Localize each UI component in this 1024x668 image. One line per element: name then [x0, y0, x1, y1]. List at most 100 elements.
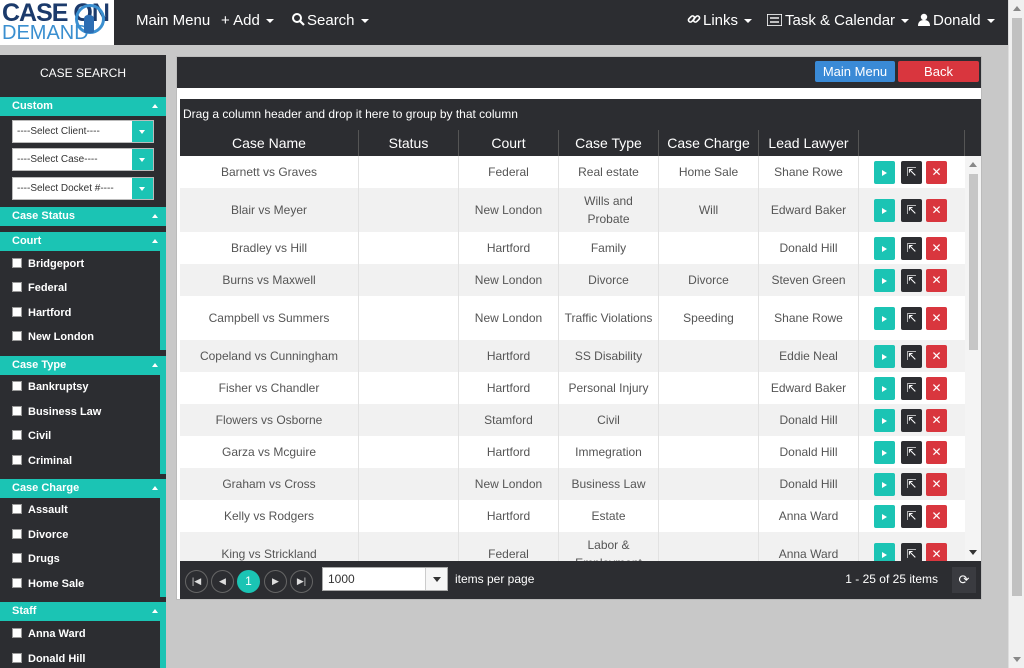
delete-case-button[interactable]: ✕: [926, 345, 947, 368]
scroll-down-icon[interactable]: [1013, 657, 1021, 662]
table-row[interactable]: Flowers vs Osborne Stamford Civil Donald Hi…: [180, 404, 965, 436]
open-case-button[interactable]: ⇱: [901, 161, 922, 184]
view-case-button[interactable]: [874, 473, 895, 496]
charge-filter-divorce[interactable]: Divorce: [12, 527, 68, 543]
table-row[interactable]: Fisher vs Chandler Hartford Personal Injur…: [180, 372, 965, 404]
chevron-down-icon[interactable]: [132, 121, 153, 142]
scroll-down-icon[interactable]: [969, 550, 977, 555]
chevron-down-icon[interactable]: [132, 178, 153, 199]
delete-case-button[interactable]: ✕: [926, 409, 947, 432]
view-case-button[interactable]: [874, 505, 895, 528]
checkbox[interactable]: [12, 529, 22, 539]
staff-filter-donald-hill[interactable]: Donald Hill: [12, 651, 85, 667]
delete-case-button[interactable]: ✕: [926, 199, 947, 222]
open-case-button[interactable]: ⇱: [901, 473, 922, 496]
case-type-filter-business-law[interactable]: Business Law: [12, 404, 101, 420]
view-case-button[interactable]: [874, 237, 895, 260]
case-type-filter-civil[interactable]: Civil: [12, 428, 51, 444]
open-case-button[interactable]: ⇱: [901, 269, 922, 292]
checkbox[interactable]: [12, 430, 22, 440]
checkbox[interactable]: [12, 331, 22, 341]
nav-user-menu[interactable]: Donald: [918, 0, 995, 45]
section-case-type-header[interactable]: Case Type: [0, 356, 166, 375]
case-type-filter-bankruptsy[interactable]: Bankruptsy: [12, 379, 89, 395]
view-case-button[interactable]: [874, 543, 895, 561]
scroll-up-icon[interactable]: [969, 162, 977, 167]
delete-case-button[interactable]: ✕: [926, 505, 947, 528]
column-header-status[interactable]: Status: [359, 130, 459, 156]
table-row[interactable]: Bradley vs Hill Hartford Family Donald Hill…: [180, 232, 965, 264]
checkbox[interactable]: [12, 307, 22, 317]
checkbox[interactable]: [12, 406, 22, 416]
chevron-down-icon[interactable]: [425, 568, 447, 590]
open-case-button[interactable]: ⇱: [901, 237, 922, 260]
delete-case-button[interactable]: ✕: [926, 377, 947, 400]
nav-main-menu[interactable]: Main Menu: [136, 0, 210, 45]
open-case-button[interactable]: ⇱: [901, 543, 922, 561]
refresh-button[interactable]: ⟳: [952, 567, 976, 593]
page-scrollbar-thumb[interactable]: [1012, 18, 1022, 596]
nav-links-menu[interactable]: Links: [687, 0, 753, 45]
checkbox[interactable]: [12, 381, 22, 391]
app-logo[interactable]: CASE ON DEMAND: [0, 0, 114, 45]
view-case-button[interactable]: [874, 441, 895, 464]
checkbox[interactable]: [12, 258, 22, 268]
delete-case-button[interactable]: ✕: [926, 269, 947, 292]
first-page-button[interactable]: |◀: [185, 570, 208, 593]
grid-scrollbar[interactable]: [965, 156, 981, 561]
column-header-case-charge[interactable]: Case Charge: [659, 130, 759, 156]
delete-case-button[interactable]: ✕: [926, 237, 947, 260]
prev-page-button[interactable]: ◀: [211, 570, 234, 593]
view-case-button[interactable]: [874, 161, 895, 184]
table-row[interactable]: Burns vs Maxwell New London Divorce Divorce…: [180, 264, 965, 296]
court-filter-bridgeport[interactable]: Bridgeport: [12, 256, 84, 272]
main-menu-button[interactable]: Main Menu: [815, 61, 895, 82]
open-case-button[interactable]: ⇱: [901, 377, 922, 400]
delete-case-button[interactable]: ✕: [926, 543, 947, 561]
chevron-down-icon[interactable]: [132, 149, 153, 170]
column-header-lead-lawyer[interactable]: Lead Lawyer: [759, 130, 859, 156]
checkbox[interactable]: [12, 504, 22, 514]
case-type-filter-criminal[interactable]: Criminal: [12, 453, 72, 469]
group-drop-zone[interactable]: Drag a column header and drop it here to…: [180, 99, 981, 129]
open-case-button[interactable]: ⇱: [901, 409, 922, 432]
court-filter-federal[interactable]: Federal: [12, 280, 67, 296]
delete-case-button[interactable]: ✕: [926, 307, 947, 330]
checkbox[interactable]: [12, 578, 22, 588]
open-case-button[interactable]: ⇱: [901, 307, 922, 330]
open-case-button[interactable]: ⇱: [901, 441, 922, 464]
client-select[interactable]: ----Select Client----: [12, 120, 154, 143]
delete-case-button[interactable]: ✕: [926, 161, 947, 184]
view-case-button[interactable]: [874, 377, 895, 400]
page-number-button[interactable]: 1: [237, 570, 260, 593]
view-case-button[interactable]: [874, 199, 895, 222]
next-page-button[interactable]: ▶: [264, 570, 287, 593]
charge-filter-assault[interactable]: Assault: [12, 502, 68, 518]
charge-filter-drugs[interactable]: Drugs: [12, 551, 60, 567]
table-row[interactable]: Barnett vs Graves Federal Real estate Home …: [180, 156, 965, 188]
section-case-status-header[interactable]: Case Status: [0, 207, 166, 226]
court-filter-new-london[interactable]: New London: [12, 329, 94, 345]
grid-scrollbar-thumb[interactable]: [969, 174, 978, 350]
nav-search-menu[interactable]: Search: [292, 0, 369, 45]
scroll-up-icon[interactable]: [1013, 6, 1021, 11]
table-row[interactable]: Kelly vs Rodgers Hartford Estate Anna Ward ⇱…: [180, 500, 965, 532]
section-court-header[interactable]: Court: [0, 232, 166, 251]
page-scrollbar[interactable]: [1008, 0, 1024, 668]
view-case-button[interactable]: [874, 409, 895, 432]
checkbox[interactable]: [12, 282, 22, 292]
court-filter-hartford[interactable]: Hartford: [12, 305, 71, 321]
table-row[interactable]: King vs Strickland FederalLabor & Employm…: [180, 532, 965, 561]
view-case-button[interactable]: [874, 345, 895, 368]
last-page-button[interactable]: ▶|: [290, 570, 313, 593]
section-case-charge-header[interactable]: Case Charge: [0, 479, 166, 498]
checkbox[interactable]: [12, 628, 22, 638]
column-header-case-name[interactable]: Case Name: [180, 130, 359, 156]
checkbox[interactable]: [12, 455, 22, 465]
table-row[interactable]: Garza vs Mcguire Hartford Immegration Donal…: [180, 436, 965, 468]
checkbox[interactable]: [12, 653, 22, 663]
case-select[interactable]: ----Select Case----: [12, 148, 154, 171]
charge-filter-home-sale[interactable]: Home Sale: [12, 576, 84, 592]
delete-case-button[interactable]: ✕: [926, 441, 947, 464]
table-row[interactable]: Blair vs Meyer New London Wills and Probat…: [180, 188, 965, 232]
